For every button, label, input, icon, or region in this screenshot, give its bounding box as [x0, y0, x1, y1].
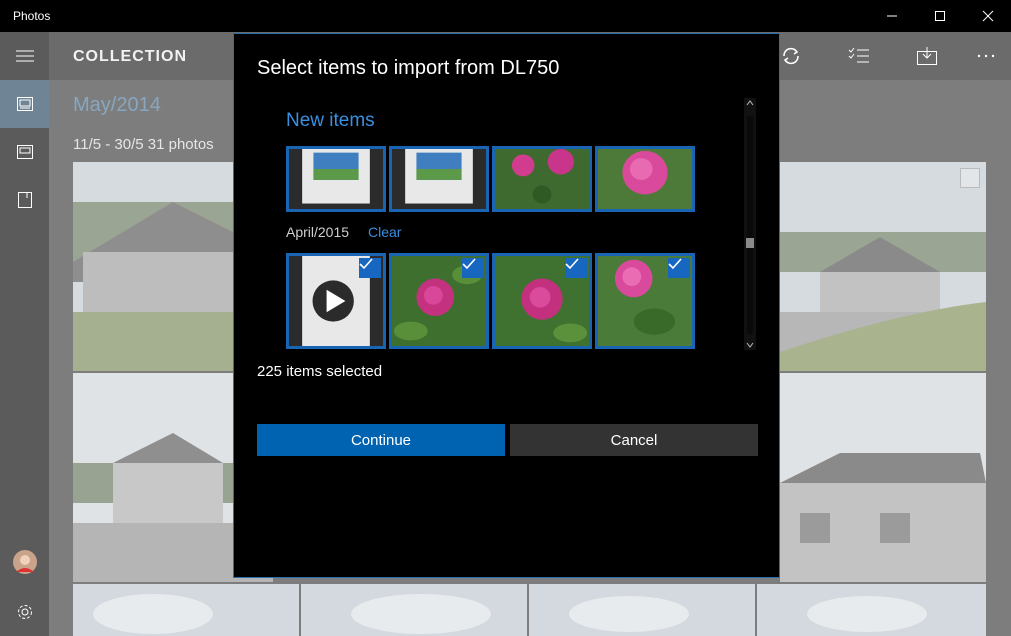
page-title: COLLECTION — [73, 48, 187, 65]
hamburger-menu-icon — [15, 50, 34, 62]
gear-icon — [17, 605, 32, 619]
close-button[interactable] — [965, 0, 1011, 32]
checkmark-icon — [462, 258, 476, 270]
image-placeholder-icon — [289, 149, 383, 209]
close-icon — [982, 10, 994, 22]
sky-photo-image — [757, 584, 986, 636]
photo-tile[interactable] — [780, 162, 986, 371]
user-avatar[interactable] — [0, 538, 49, 586]
settings-button[interactable] — [0, 588, 49, 636]
app-title: Photos — [13, 9, 51, 23]
maximize-button[interactable] — [917, 0, 963, 32]
list-scrollbar[interactable] — [744, 98, 756, 350]
photo-tile[interactable] — [529, 584, 755, 636]
avatar — [12, 550, 37, 574]
continue-button[interactable]: Continue — [257, 424, 505, 456]
more-button[interactable] — [966, 40, 1006, 72]
sky-photo-image — [301, 584, 527, 636]
minimize-button[interactable] — [869, 0, 915, 32]
photo-tile[interactable] — [780, 373, 986, 582]
nav-collection[interactable] — [0, 80, 49, 128]
import-thumbnail[interactable] — [595, 146, 695, 212]
selected-checkbox[interactable] — [359, 258, 381, 278]
import-dialog: Select items to import from DL750 New it… — [233, 33, 780, 578]
collection-icon — [16, 97, 33, 111]
checkmark-icon — [359, 258, 373, 270]
section-title: New items — [286, 110, 375, 131]
sky-photo-image — [73, 584, 299, 636]
month-heading: May/2014 — [73, 94, 161, 116]
minimize-icon — [887, 15, 897, 17]
import-thumbnail[interactable] — [389, 253, 489, 349]
nav-rail — [0, 32, 49, 636]
dialog-title: Select items to import from DL750 — [257, 57, 560, 79]
hamburger-menu-button[interactable] — [0, 32, 49, 80]
import-thumbnail[interactable] — [389, 146, 489, 212]
selected-checkbox[interactable] — [462, 258, 484, 278]
import-icon — [917, 47, 937, 65]
flower-photo-image — [495, 149, 589, 209]
photo-tile[interactable] — [301, 584, 527, 636]
import-thumbnail[interactable] — [286, 146, 386, 212]
folder-icon — [17, 192, 32, 208]
chevron-down-icon — [746, 342, 754, 348]
title-bar: Photos — [0, 0, 1011, 32]
select-button[interactable] — [839, 40, 879, 72]
more-icon — [977, 54, 995, 58]
date-range: 11/5 - 30/5 31 photos — [73, 136, 214, 153]
flower-photo-image — [598, 149, 692, 209]
import-items-list[interactable]: New items April/2015 Clear — [286, 104, 756, 349]
nav-folders[interactable] — [0, 176, 49, 224]
select-checkbox[interactable] — [960, 168, 980, 188]
photo-tile[interactable] — [757, 584, 986, 636]
selected-count: 225 items selected — [257, 363, 383, 380]
album-icon — [16, 145, 33, 159]
image-placeholder-icon — [392, 149, 486, 209]
photo-tile[interactable] — [73, 584, 299, 636]
import-thumbnail[interactable] — [492, 253, 592, 349]
scrollbar-thumb[interactable] — [746, 238, 754, 248]
chevron-up-icon — [746, 100, 754, 106]
selected-checkbox[interactable] — [668, 258, 690, 278]
scrollbar-track[interactable] — [747, 116, 753, 334]
import-button[interactable] — [907, 40, 947, 72]
checkmark-icon — [668, 258, 682, 270]
house-photo-image — [780, 162, 986, 371]
cancel-button[interactable]: Cancel — [510, 424, 758, 456]
select-list-icon — [848, 47, 869, 63]
import-thumbnail[interactable] — [492, 146, 592, 212]
nav-albums[interactable] — [0, 128, 49, 176]
import-thumbnail[interactable] — [286, 253, 386, 349]
refresh-icon — [783, 47, 799, 65]
import-thumbnail[interactable] — [595, 253, 695, 349]
selected-checkbox[interactable] — [565, 258, 587, 278]
sky-photo-image — [529, 584, 755, 636]
clear-link[interactable]: Clear — [368, 224, 401, 240]
house-photo-image — [780, 373, 986, 582]
group-date-label: April/2015 — [286, 224, 350, 240]
maximize-icon — [935, 11, 945, 21]
checkmark-icon — [565, 258, 579, 270]
